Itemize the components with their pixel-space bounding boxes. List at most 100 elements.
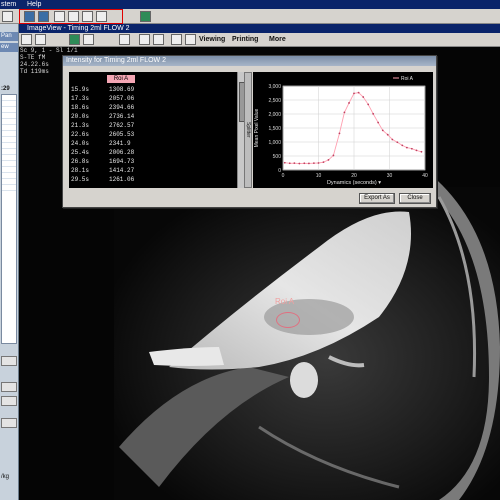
table-row[interactable]: 25.4s 2006.28 bbox=[71, 148, 161, 157]
chart-svg: 05001,0001,5002,0002,5003,0000 10 20 30 40Dy… bbox=[254, 76, 428, 186]
time-cell: 18.6s bbox=[71, 104, 90, 111]
pan-tab[interactable]: Pan bbox=[0, 32, 18, 41]
data-point bbox=[317, 162, 320, 164]
app-menubar: stem Help bbox=[0, 0, 500, 9]
viewing-menu[interactable]: Viewing bbox=[199, 35, 225, 45]
column-header-roi[interactable]: Roi A bbox=[107, 75, 135, 83]
data-point bbox=[322, 161, 325, 164]
x-tick-label: 20 bbox=[351, 173, 357, 179]
left-button-3[interactable] bbox=[1, 396, 17, 406]
splitter[interactable]: Splitter bbox=[244, 72, 252, 188]
time-cell: 26.8s bbox=[71, 158, 90, 165]
tool-icon[interactable] bbox=[2, 11, 13, 22]
data-point bbox=[308, 162, 310, 165]
export-as-button[interactable]: Export As bbox=[359, 193, 395, 204]
x-tick-label: 40 bbox=[422, 173, 428, 179]
table-row[interactable]: 21.3s 2762.57 bbox=[71, 121, 161, 130]
settings-icon[interactable] bbox=[185, 34, 196, 45]
left-button-1[interactable] bbox=[1, 356, 17, 366]
table-row[interactable]: 17.3s 2057.06 bbox=[71, 94, 161, 103]
menu-help[interactable]: Help bbox=[27, 0, 41, 9]
toolbar-highlight bbox=[19, 9, 123, 24]
time-cell: 17.3s bbox=[71, 95, 90, 102]
zoom-icon[interactable] bbox=[139, 34, 150, 45]
menu-system[interactable]: stem bbox=[1, 0, 16, 9]
data-point bbox=[348, 102, 350, 104]
value-cell: 1694.73 bbox=[109, 158, 135, 165]
grid-icon[interactable] bbox=[35, 34, 46, 45]
data-point bbox=[303, 162, 306, 165]
series-icon[interactable] bbox=[69, 34, 80, 45]
roi-circle[interactable] bbox=[276, 312, 300, 328]
x-tick-label: 0 bbox=[282, 173, 285, 179]
left-button-4[interactable] bbox=[1, 418, 17, 428]
data-point bbox=[381, 129, 384, 132]
data-point bbox=[415, 149, 418, 152]
data-point bbox=[372, 112, 375, 115]
intensity-dialog: Intensity for Timing 2ml FLOW 2 Roi A 15… bbox=[62, 55, 437, 208]
legend-label: Roi A bbox=[401, 76, 414, 82]
value-cell: 2341.9 bbox=[109, 140, 131, 147]
value-cell: 1414.27 bbox=[109, 167, 135, 174]
unit-label: /kg bbox=[1, 474, 10, 480]
table-row[interactable]: 22.6s 2605.53 bbox=[71, 130, 161, 139]
table-row[interactable]: 15.9s 1308.69 bbox=[71, 85, 161, 94]
time-cell: 24.0s bbox=[71, 140, 90, 147]
left-time: :29 bbox=[1, 86, 10, 92]
left-button-2[interactable] bbox=[1, 382, 17, 392]
x-tick-label: 30 bbox=[387, 173, 393, 179]
more-menu[interactable]: More bbox=[269, 35, 286, 45]
value-cell: 2006.28 bbox=[109, 149, 135, 156]
x-axis-label: Dynamics (seconds) ▾ bbox=[327, 180, 381, 186]
play-icon[interactable] bbox=[83, 34, 94, 45]
y-tick-label: 1,500 bbox=[268, 126, 281, 132]
table-rows: 15.9s 1308.69 17.3s 2057.06 18.6s 2394.66 20.0… bbox=[71, 85, 161, 184]
intensity-chart: 0 500 1,000 1,500 2,000 2,500 3,000 0 10 20 30 40 Dy… bbox=[253, 72, 433, 188]
data-point bbox=[357, 91, 360, 94]
data-point bbox=[283, 161, 286, 164]
window-icon[interactable] bbox=[119, 34, 130, 45]
time-cell: 25.4s bbox=[71, 149, 90, 156]
data-point bbox=[332, 154, 335, 157]
roi-icon[interactable] bbox=[153, 34, 164, 45]
view-tab[interactable]: ew bbox=[0, 43, 18, 52]
layout-icon[interactable] bbox=[21, 34, 32, 45]
time-cell: 21.3s bbox=[71, 122, 90, 129]
data-point bbox=[405, 146, 408, 149]
y-tick-label: 500 bbox=[273, 154, 282, 160]
table-row[interactable]: 24.0s 2341.9 bbox=[71, 139, 161, 148]
data-point bbox=[293, 162, 296, 165]
table-row[interactable]: 29.5s 1261.06 bbox=[71, 175, 161, 184]
time-cell: 15.9s bbox=[71, 86, 90, 93]
y-tick-label: 2,500 bbox=[268, 98, 281, 104]
table-row[interactable]: 18.6s 2394.66 bbox=[71, 103, 161, 112]
y-tick-label: 3,000 bbox=[268, 84, 281, 90]
printing-menu[interactable]: Printing bbox=[232, 35, 258, 45]
table-row[interactable]: 28.1s 1414.27 bbox=[71, 166, 161, 175]
close-button[interactable]: Close bbox=[399, 193, 431, 204]
time-cell: 22.6s bbox=[71, 131, 90, 138]
table-row[interactable]: 20.0s 2736.14 bbox=[71, 112, 161, 121]
roi-label: Roi A bbox=[275, 297, 295, 306]
imageview-title: ImageView - Timing 2ml FLOW 2 bbox=[19, 24, 500, 33]
y-tick-label: 1,000 bbox=[268, 140, 281, 146]
data-point bbox=[396, 141, 399, 144]
table-row[interactable]: 26.8s 1694.73 bbox=[71, 157, 161, 166]
value-cell: 1308.69 bbox=[109, 86, 135, 93]
x-tick-label: 10 bbox=[316, 173, 322, 179]
data-point bbox=[327, 159, 330, 161]
data-point bbox=[338, 132, 341, 135]
series-list[interactable] bbox=[1, 94, 17, 344]
value-cell: 2605.53 bbox=[109, 131, 135, 138]
sync-icon[interactable] bbox=[140, 11, 151, 22]
time-cell: 20.0s bbox=[71, 113, 90, 120]
y-axis-label: Mean Pixel Value bbox=[254, 109, 260, 148]
data-point bbox=[288, 162, 291, 165]
intensity-table[interactable]: Roi A 15.9s 1308.69 17.3s 2057.06 18.6s 2394.… bbox=[69, 72, 245, 188]
data-point bbox=[420, 150, 423, 153]
table-body: Roi A 15.9s 1308.69 17.3s 2057.06 18.6s 2394.… bbox=[69, 72, 245, 188]
measure-icon[interactable] bbox=[171, 34, 182, 45]
data-point bbox=[367, 103, 370, 106]
dialog-title: Intensity for Timing 2ml FLOW 2 bbox=[63, 56, 436, 66]
time-cell: 29.5s bbox=[71, 176, 90, 183]
